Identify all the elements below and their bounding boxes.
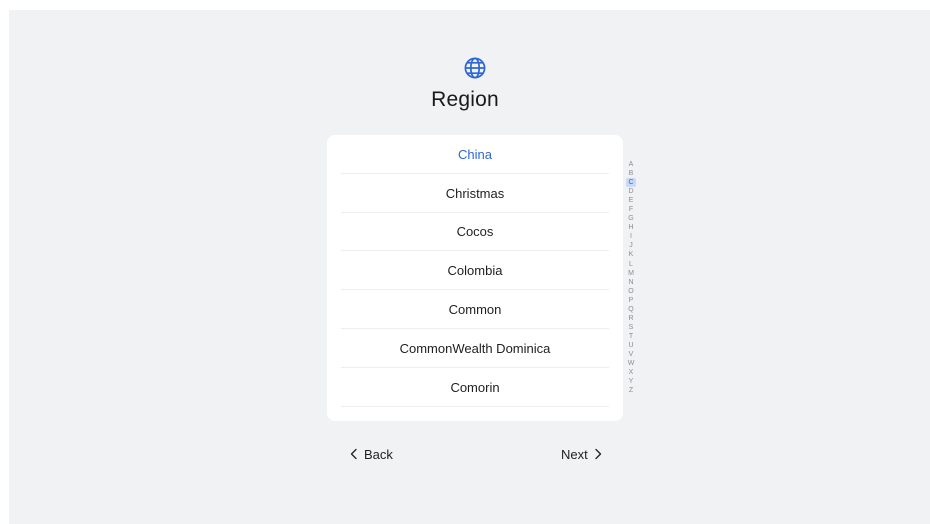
index-letter-g[interactable]: G bbox=[626, 214, 636, 223]
index-letter-t[interactable]: T bbox=[626, 332, 636, 341]
index-letter-k[interactable]: K bbox=[626, 250, 636, 259]
next-button[interactable]: Next bbox=[561, 444, 603, 464]
index-letter-w[interactable]: W bbox=[626, 359, 636, 368]
globe-icon bbox=[464, 57, 486, 79]
list-item-china[interactable]: China bbox=[327, 135, 623, 174]
list-item-commonwealth-dominica[interactable]: CommonWealth Dominica bbox=[327, 329, 623, 368]
index-letter-s[interactable]: S bbox=[626, 323, 636, 332]
index-letter-j[interactable]: J bbox=[626, 241, 636, 250]
chevron-left-icon bbox=[350, 448, 357, 460]
chevron-right-icon bbox=[595, 448, 601, 460]
index-letter-x[interactable]: X bbox=[626, 368, 636, 377]
index-letter-h[interactable]: H bbox=[626, 223, 636, 232]
index-letter-n[interactable]: N bbox=[626, 278, 636, 287]
index-letter-l[interactable]: L bbox=[626, 260, 636, 269]
list-item-common[interactable]: Common bbox=[327, 290, 623, 329]
index-letter-u[interactable]: U bbox=[626, 341, 636, 350]
index-letter-r[interactable]: R bbox=[626, 314, 636, 323]
list-item-colombia[interactable]: Colombia bbox=[327, 251, 623, 290]
index-letter-q[interactable]: Q bbox=[626, 305, 636, 314]
index-letter-v[interactable]: V bbox=[626, 350, 636, 359]
list-item-cocos[interactable]: Cocos bbox=[327, 213, 623, 252]
index-letter-f[interactable]: F bbox=[626, 205, 636, 214]
region-list: China Christmas Cocos Colombia Common Co… bbox=[327, 135, 623, 421]
index-letter-a[interactable]: A bbox=[626, 160, 636, 169]
index-letter-m[interactable]: M bbox=[626, 269, 636, 278]
index-letter-e[interactable]: E bbox=[626, 196, 636, 205]
back-label: Back bbox=[364, 446, 393, 462]
index-letter-y[interactable]: Y bbox=[626, 377, 636, 386]
index-letter-z[interactable]: Z bbox=[626, 386, 636, 395]
page-title: Region bbox=[431, 88, 499, 111]
index-letter-b[interactable]: B bbox=[626, 169, 636, 178]
index-letter-i[interactable]: I bbox=[626, 232, 636, 241]
list-item-christmas[interactable]: Christmas bbox=[327, 174, 623, 213]
list-item-comorin[interactable]: Comorin bbox=[327, 368, 623, 407]
index-letter-d[interactable]: D bbox=[626, 187, 636, 196]
next-label: Next bbox=[561, 446, 588, 462]
index-letter-o[interactable]: O bbox=[626, 287, 636, 296]
back-button[interactable]: Back bbox=[349, 444, 393, 464]
alphabet-index: A B C D E F G H I J K L M N O P Q R S T … bbox=[626, 160, 636, 395]
index-letter-p[interactable]: P bbox=[626, 296, 636, 305]
index-letter-c[interactable]: C bbox=[626, 178, 636, 188]
